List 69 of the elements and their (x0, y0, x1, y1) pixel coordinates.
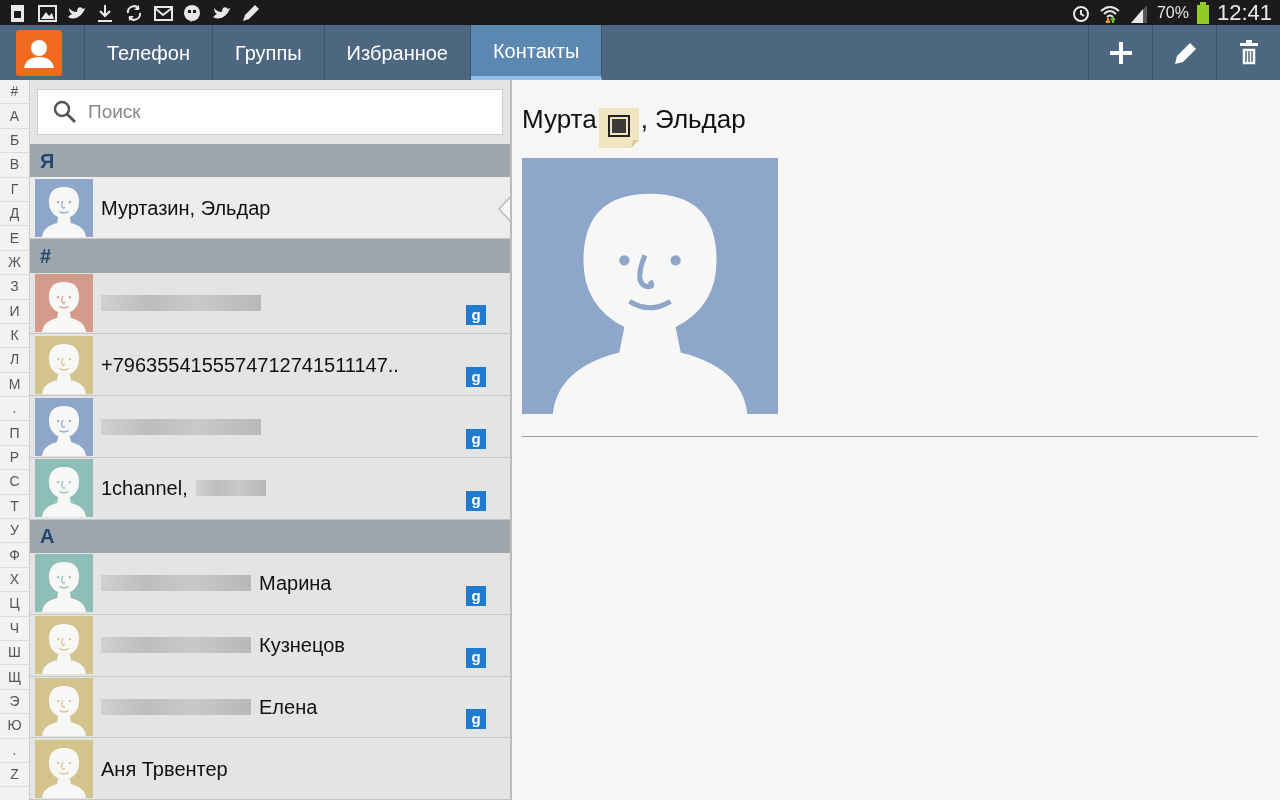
index-letter[interactable]: П (0, 421, 29, 446)
contact-name: Муртазин, Эльдар (101, 195, 271, 221)
index-letter[interactable]: В (0, 153, 29, 178)
contact-row[interactable]: g (30, 396, 510, 458)
plus-icon (1107, 39, 1134, 66)
tab[interactable]: Контакты (470, 25, 603, 80)
contact-name: Кузнецов (259, 633, 345, 659)
index-letter[interactable]: Х (0, 567, 29, 593)
index-letter[interactable]: . (0, 738, 29, 763)
account-badge: g (466, 428, 486, 449)
account-badge: g (466, 585, 486, 606)
index-letter[interactable]: Ш (0, 641, 29, 666)
contact-row[interactable]: Муртазин, Эльдар (30, 177, 510, 240)
contacts-app-icon[interactable] (16, 29, 62, 76)
pencil-icon (240, 2, 261, 23)
section-header: Я (30, 144, 510, 178)
index-letter[interactable]: Б (0, 128, 29, 154)
account-badge: g (466, 647, 486, 668)
index-letter[interactable]: Г (0, 177, 29, 202)
index-letter[interactable]: Д (0, 201, 29, 227)
index-letter[interactable]: Е (0, 226, 29, 251)
index-letter[interactable]: Ц (0, 592, 29, 617)
battery-level: 70% (1156, 2, 1189, 23)
contact-name: Аня Трвентер (101, 756, 228, 782)
account-badge: g (466, 367, 486, 388)
section-header: А (30, 519, 510, 554)
account-badge: g (466, 709, 486, 730)
index-letter[interactable]: Л (0, 348, 29, 373)
index-letter[interactable]: . (0, 397, 29, 422)
redacted-text (195, 480, 266, 497)
contact-row[interactable]: 1channel, g (30, 457, 510, 520)
index-letter[interactable]: Т (0, 494, 29, 520)
account-badge: g (466, 305, 486, 326)
index-letter[interactable]: К (0, 323, 29, 349)
index-letter[interactable]: Ф (0, 543, 29, 568)
index-letter[interactable]: М (0, 372, 29, 398)
contact-row[interactable]: Аня Трвентер (30, 738, 510, 800)
account-badge: g (466, 490, 486, 511)
contact-name: Елена (259, 694, 318, 720)
index-letter[interactable]: Ж (0, 250, 29, 276)
contact-row[interactable]: Кузнецов g (30, 614, 510, 677)
contact-row[interactable]: Марина g (30, 553, 510, 615)
index-letter[interactable]: И (0, 299, 29, 324)
index-letter[interactable]: # (0, 80, 29, 105)
index-letter[interactable]: Р (0, 445, 29, 471)
index-letter[interactable]: Z (0, 762, 29, 788)
search-field[interactable]: Поиск (37, 89, 503, 135)
index-letter[interactable]: А (0, 104, 29, 129)
index-letter[interactable]: С (0, 470, 29, 495)
contact-row[interactable]: +7963554155574712741511147.. g (30, 334, 510, 397)
contact-name: +7963554155574712741511147.. (101, 352, 399, 378)
contact-title: , Эльдар (640, 103, 746, 136)
index-letter[interactable]: Ч (0, 616, 29, 641)
note-icon (596, 106, 641, 150)
index-letter[interactable]: Щ (0, 665, 29, 690)
battery-icon (1196, 1, 1209, 24)
clock-time: 12:41 (1216, 0, 1272, 27)
index-letter[interactable]: З (0, 275, 29, 300)
index-letter[interactable]: Ю (0, 714, 29, 739)
picture-icon (37, 2, 58, 23)
index-letter[interactable]: У (0, 519, 29, 544)
contact-name: 1channel, (101, 476, 188, 502)
index-letter[interactable]: Э (0, 689, 29, 715)
contact-row[interactable]: Елена g (30, 676, 510, 739)
search-icon (53, 100, 77, 124)
section-header: # (30, 239, 510, 273)
contact-name: Марина (259, 571, 332, 597)
contact-title: Мурта (522, 103, 597, 136)
contact-row[interactable]: g (30, 272, 510, 335)
